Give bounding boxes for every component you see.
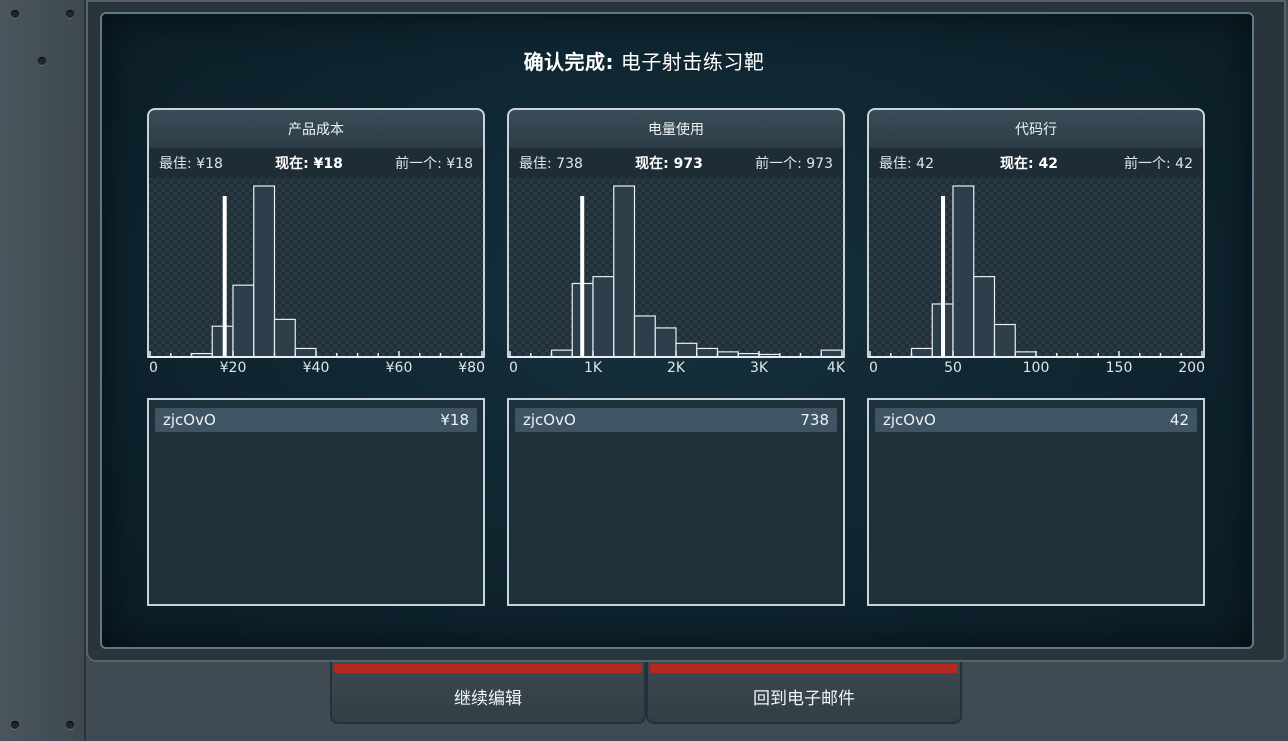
histogram-area: 最佳: ¥18 现在: ¥18 前一个: ¥18 [147,148,485,358]
button-label: 继续编辑 [454,689,522,709]
list-item[interactable]: zjcOvO 42 [875,408,1197,432]
x-tick-label: ¥40 [302,360,330,376]
screw-icon [11,721,19,729]
histogram-bar [993,323,1016,358]
histogram-area: 最佳: 42 现在: 42 前一个: 42 [867,148,1205,358]
metric-panel-lines: 代码行 最佳: 42 现在: 42 前一个: 42 0 50 100 150 200 z… [867,108,1205,606]
leaderboard-list: zjcOvO 738 [507,398,845,606]
histogram-chart [869,185,1203,358]
x-tick-label: 150 [1105,360,1133,376]
x-tick-label: 0 [869,360,878,376]
histogram-bar [294,347,317,358]
histogram-chart [509,185,843,358]
leaderboard-list: zjcOvO ¥18 [147,398,485,606]
x-tick-label: 50 [944,360,962,376]
x-tick-label: ¥80 [458,360,485,376]
button-accent-stripe [334,664,642,673]
player-name: zjcOvO [883,411,936,429]
x-tick-label: 3K [749,360,769,376]
x-tick-label: ¥60 [385,360,413,376]
histogram-bar [273,318,296,358]
histogram-bar [973,276,996,358]
histogram-bar [820,349,843,358]
histogram-bar [211,325,234,358]
x-tick-label: 0 [149,360,158,376]
screw-icon [11,10,19,18]
title-prefix: 确认完成: [523,50,615,74]
histogram-bar [952,185,975,358]
x-tick-label: 2K [666,360,686,376]
histogram-bar [675,342,698,358]
screw-icon [66,10,74,18]
leaderboard-list: zjcOvO 42 [867,398,1205,606]
histogram-bar [613,185,636,358]
player-score: 738 [800,411,829,429]
x-axis-labels: 0 ¥20 ¥40 ¥60 ¥80 [147,358,485,380]
x-tick-label: 100 [1022,360,1050,376]
metric-panel-power: 电量使用 最佳: 738 现在: 973 前一个: 973 0 1K 2K 3K 4K … [507,108,845,606]
x-axis-labels: 0 50 100 150 200 [867,358,1205,380]
histogram-bar [910,347,933,358]
histogram-bar [633,315,656,358]
histogram-bar [592,276,615,358]
x-tick-label: ¥20 [219,360,247,376]
histogram-area: 最佳: 738 现在: 973 前一个: 973 [507,148,845,358]
button-label: 回到电子邮件 [753,689,855,709]
histogram-bar [696,347,719,358]
panel-heading: 电量使用 [507,108,845,148]
x-tick-label: 4K [826,360,845,376]
x-tick-label: 1K [583,360,603,376]
player-score: 42 [1169,411,1189,429]
list-item[interactable]: zjcOvO 738 [515,408,837,432]
histogram-chart [149,185,483,358]
panel-heading: 代码行 [867,108,1205,148]
histogram-bar [654,327,677,358]
metric-panel-cost: 产品成本 最佳: ¥18 现在: ¥18 前一个: ¥18 0 ¥20 ¥40 ¥60… [147,108,485,606]
button-accent-stripe [650,664,958,673]
list-item[interactable]: zjcOvO ¥18 [155,408,477,432]
back-to-email-button[interactable]: 回到电子邮件 [646,662,962,724]
histogram-bar [253,185,276,358]
histogram-bar [550,349,573,358]
continue-edit-button[interactable]: 继续编辑 [330,662,646,724]
x-tick-label: 0 [509,360,518,376]
x-tick-label: 200 [1178,360,1205,376]
page-title: 确认完成: 电子射击练习靶 [0,46,1288,75]
player-name: zjcOvO [523,411,576,429]
screw-icon [66,721,74,729]
x-axis-labels: 0 1K 2K 3K 4K [507,358,845,380]
title-level-name: 电子射击练习靶 [620,50,765,74]
left-bezel [0,0,86,741]
panel-heading: 产品成本 [147,108,485,148]
player-name: zjcOvO [163,411,216,429]
player-score: ¥18 [440,411,469,429]
histogram-bar [232,284,255,358]
